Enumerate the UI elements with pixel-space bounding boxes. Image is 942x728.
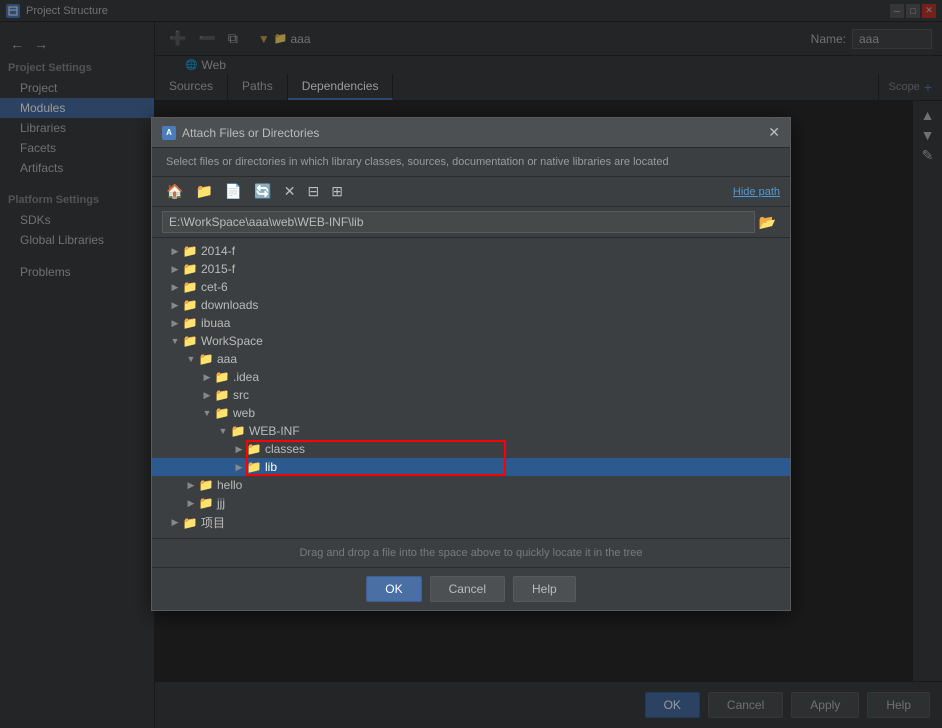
folder-icon-ibuaa: 📁 [182,316,198,330]
tree-item-lib[interactable]: ▶ 📁 lib [152,458,790,476]
tree-label-2015-f: 2015-f [201,262,235,276]
attach-files-dialog: A Attach Files or Directories ✕ Select f… [151,117,791,611]
tree-item-workspace[interactable]: ▼ 📁 WorkSpace [152,332,790,350]
tree-label-cet-6: cet-6 [201,280,228,294]
dialog-help-button[interactable]: Help [513,576,576,602]
new-folder-button[interactable]: 📁 [191,181,216,202]
tree-label-src: src [233,388,249,402]
path-input-bar: 📂 [152,207,790,238]
folder-icon-hello: 📁 [198,478,214,492]
file-tree-container: ▶ 📁 2014-f ▶ 📁 2015-f ▶ 📁 cet-6 ▶ 📁 down… [152,238,790,538]
tree-label-web: web [233,406,255,420]
dialog-title: A Attach Files or Directories [162,126,319,140]
refresh-button[interactable]: 🔄 [250,181,275,202]
tree-item-web[interactable]: ▼ 📁 web [152,404,790,422]
folder-icon-xiang-mu: 📁 [182,516,198,530]
dialog-title-bar: A Attach Files or Directories ✕ [152,118,790,148]
tree-item-2015-f[interactable]: ▶ 📁 2015-f [152,260,790,278]
tree-item-2014-f[interactable]: ▶ 📁 2014-f [152,242,790,260]
dialog-description: Select files or directories in which lib… [152,148,790,177]
collapse-arrow: ▶ [168,282,182,293]
expand-arrow: ▼ [216,426,230,436]
path-input[interactable] [162,211,755,233]
dialog-overlay: A Attach Files or Directories ✕ Select f… [0,0,942,728]
tree-item-ibuaa[interactable]: ▶ 📁 ibuaa [152,314,790,332]
collapse-arrow: ▶ [184,498,198,509]
dialog-title-text: Attach Files or Directories [182,126,319,140]
tree-item-aaa[interactable]: ▼ 📁 aaa [152,350,790,368]
tree-item-webinf[interactable]: ▼ 📁 WEB-INF [152,422,790,440]
collapse-arrow: ▶ [232,462,246,473]
tree-label-webinf: WEB-INF [249,424,300,438]
dialog-cancel-button[interactable]: Cancel [430,576,505,602]
tree-label-idea: .idea [233,370,259,384]
folder-icon-web: 📁 [214,406,230,420]
folder-icon-downloads: 📁 [182,298,198,312]
drop-hint: Drag and drop a file into the space abov… [152,538,790,567]
collapse-arrow: ▶ [168,318,182,329]
expand-arrow: ▼ [200,408,214,418]
folder-icon-aaa: 📁 [198,352,214,366]
file-tree: ▶ 📁 2014-f ▶ 📁 2015-f ▶ 📁 cet-6 ▶ 📁 down… [152,238,790,538]
folder-icon-webinf: 📁 [230,424,246,438]
tree-label-downloads: downloads [201,298,258,312]
collapse-arrow: ▶ [200,390,214,401]
collapse-arrow: ▶ [168,300,182,311]
dialog-icon: A [162,126,176,140]
tree-item-hello[interactable]: ▶ 📁 hello [152,476,790,494]
expand-arrow: ▼ [168,336,182,346]
folder-icon-jjj: 📁 [198,496,214,510]
tree-item-idea[interactable]: ▶ 📁 .idea [152,368,790,386]
tree-item-cet-6[interactable]: ▶ 📁 cet-6 [152,278,790,296]
hide-path-button[interactable]: Hide path [733,186,780,198]
folder-icon-workspace: 📁 [182,334,198,348]
tree-label-xiang-mu: 项目 [201,514,225,531]
tree-item-classes[interactable]: ▶ 📁 classes [152,440,790,458]
folder-icon-lib: 📁 [246,460,262,474]
tree-label-2014-f: 2014-f [201,244,235,258]
tree-item-xiang-mu[interactable]: ▶ 📁 项目 [152,512,790,533]
tree-item-jjj[interactable]: ▶ 📁 jjj [152,494,790,512]
folder-icon-2015-f: 📁 [182,262,198,276]
collapse-arrow: ▶ [232,444,246,455]
tree-label-jjj: jjj [217,496,225,510]
browse-button[interactable]: 📂 [755,212,780,233]
expand-button[interactable]: ⊞ [327,181,347,202]
collapse-arrow: ▶ [168,517,182,528]
collapse-arrow: ▶ [168,264,182,275]
collapse-arrow: ▶ [200,372,214,383]
main-window: Project Structure ─ □ ✕ ← → Project Sett… [0,0,942,728]
folder-icon-cet-6: 📁 [182,280,198,294]
folder-icon-idea: 📁 [214,370,230,384]
dialog-toolbar: 🏠 📁 📄 🔄 ✕ ⊟ ⊞ Hide path [152,177,790,207]
new-file-button[interactable]: 📄 [221,181,246,202]
tree-label-ibuaa: ibuaa [201,316,230,330]
dialog-ok-button[interactable]: OK [366,576,421,602]
tree-item-downloads[interactable]: ▶ 📁 downloads [152,296,790,314]
tree-label-aaa: aaa [217,352,237,366]
tree-label-workspace: WorkSpace [201,334,263,348]
home-button[interactable]: 🏠 [162,181,187,202]
tree-label-hello: hello [217,478,242,492]
collapse-button[interactable]: ⊟ [303,181,323,202]
dialog-bottom-buttons: OK Cancel Help [152,567,790,610]
folder-icon-classes: 📁 [246,442,262,456]
folder-icon-src: 📁 [214,388,230,402]
tree-item-src[interactable]: ▶ 📁 src [152,386,790,404]
collapse-arrow: ▶ [168,246,182,257]
dialog-close-button[interactable]: ✕ [768,124,780,141]
tree-label-lib: lib [265,460,277,474]
expand-arrow: ▼ [184,354,198,364]
collapse-arrow: ▶ [184,480,198,491]
tree-label-classes: classes [265,442,305,456]
delete-button[interactable]: ✕ [280,181,300,202]
folder-icon-2014-f: 📁 [182,244,198,258]
